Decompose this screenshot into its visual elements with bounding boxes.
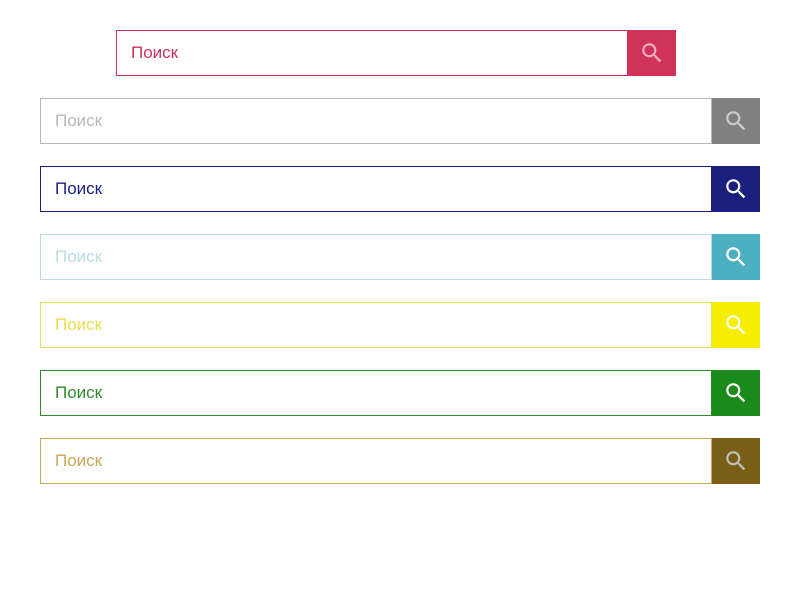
search-input-darkblue[interactable]	[40, 166, 712, 212]
search-icon	[723, 380, 749, 406]
search-input-yellow[interactable]	[40, 302, 712, 348]
search-input-olive[interactable]	[40, 438, 712, 484]
search-button-green[interactable]	[712, 370, 760, 416]
search-icon	[723, 108, 749, 134]
search-bar-olive	[40, 438, 760, 484]
search-button-teal[interactable]	[712, 234, 760, 280]
search-button-darkblue[interactable]	[712, 166, 760, 212]
search-input-gray[interactable]	[40, 98, 712, 144]
search-icon	[723, 312, 749, 338]
search-button-gray[interactable]	[712, 98, 760, 144]
search-bar-crimson	[116, 30, 676, 76]
search-bar-green	[40, 370, 760, 416]
search-icon	[723, 176, 749, 202]
search-input-teal[interactable]	[40, 234, 712, 280]
search-icon	[639, 40, 665, 66]
search-button-crimson[interactable]	[628, 30, 676, 76]
search-input-crimson[interactable]	[116, 30, 628, 76]
search-bar-gray	[40, 98, 760, 144]
search-icon	[723, 448, 749, 474]
search-button-olive[interactable]	[712, 438, 760, 484]
search-bar-teal	[40, 234, 760, 280]
search-button-yellow[interactable]	[712, 302, 760, 348]
search-icon	[723, 244, 749, 270]
search-bar-darkblue	[40, 166, 760, 212]
search-input-green[interactable]	[40, 370, 712, 416]
search-bar-yellow	[40, 302, 760, 348]
